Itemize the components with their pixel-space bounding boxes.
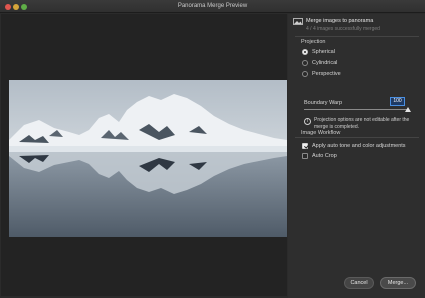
auto-crop-checkbox-row[interactable]: Auto Crop [302,152,337,160]
panorama-preview-image [9,80,287,237]
projection-option-perspective[interactable]: Perspective [302,70,341,78]
boundary-warp-slider[interactable] [304,109,408,110]
merge-button[interactable]: Merge... [380,277,416,289]
image-workflow-label: Image Workflow [301,130,341,136]
projection-option-spherical[interactable]: Spherical [302,48,335,56]
radio-icon[interactable] [302,71,308,77]
radio-label: Spherical [312,49,335,55]
info-message: Projection options are not editable afte… [314,117,410,130]
boundary-warp-label: Boundary Warp [304,100,343,106]
slider-thumb[interactable] [405,107,411,112]
radio-label: Perspective [312,71,341,77]
radio-icon[interactable] [302,60,308,66]
checkbox-icon[interactable] [302,153,308,159]
boundary-warp-value-input[interactable]: 100 [390,97,405,106]
projection-option-cylindrical[interactable]: Cylindrical [302,59,337,67]
window-title: Panorama Merge Preview [177,3,248,9]
radio-selected-icon[interactable] [302,49,308,55]
cancel-button[interactable]: Cancel [344,277,374,289]
settings-panel: Merge images to panorama 4 / 4 images su… [288,14,425,298]
radio-label: Cylindrical [312,60,338,66]
checkbox-checked-icon[interactable] [302,143,308,149]
divider [295,36,419,37]
preview-area [1,14,287,296]
projection-label: Projection [301,39,326,45]
title-bar: Panorama Merge Preview [0,0,425,13]
merge-status: 4 / 4 images successfully merged [306,26,380,32]
checkbox-label: Apply auto tone and color adjustments [312,143,406,149]
panorama-icon [293,18,303,25]
checkbox-label: Auto Crop [312,153,337,159]
panel-title: Merge images to panorama [306,18,374,24]
auto-tone-checkbox-row[interactable]: Apply auto tone and color adjustments [302,142,406,150]
divider [295,137,419,138]
info-icon: i [304,118,311,125]
